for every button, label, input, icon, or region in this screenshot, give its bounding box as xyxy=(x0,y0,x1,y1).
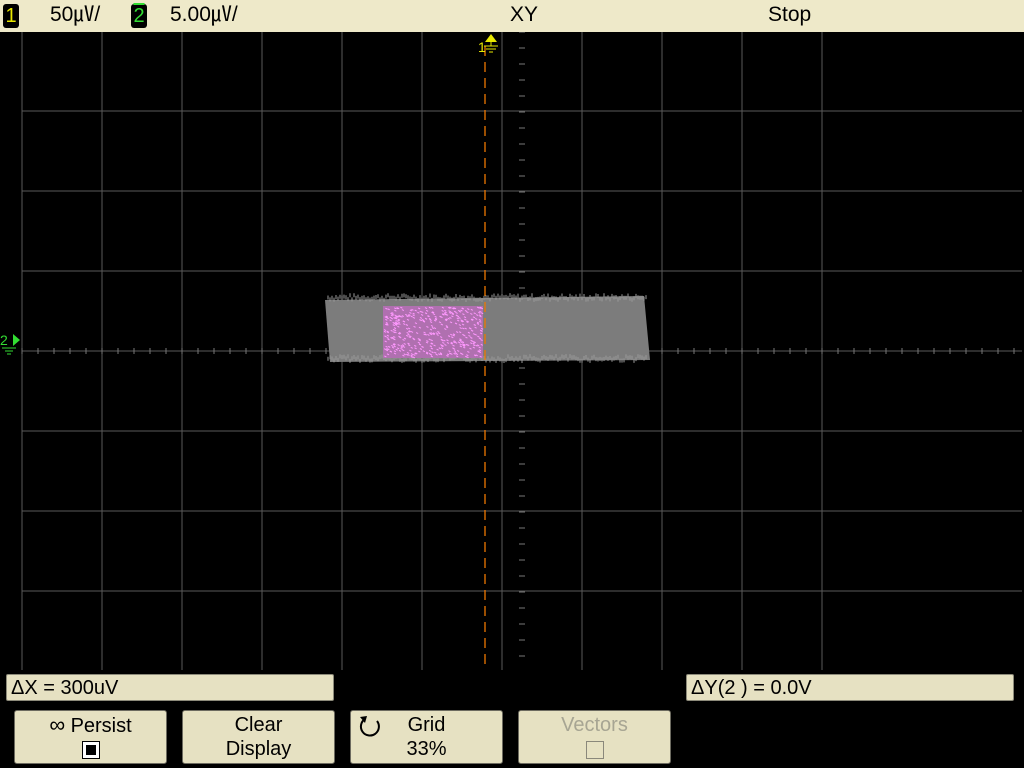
channel-2-number: 2 xyxy=(133,5,145,27)
ch2-marker-label: 2 xyxy=(0,332,8,348)
xy-trace-current xyxy=(383,306,484,359)
ch2-ground-marker[interactable]: 2 xyxy=(0,332,20,355)
vectors-checkbox xyxy=(585,740,604,759)
grid-softkey[interactable]: Grid 33% xyxy=(350,710,503,764)
clear-display-label-1: Clear xyxy=(234,714,283,736)
vectors-softkey[interactable]: Vectors xyxy=(518,710,671,764)
xy-trace-persist xyxy=(325,293,650,363)
channel-1-scale: 50㎶/ xyxy=(50,3,101,26)
clear-display-softkey[interactable]: Clear Display xyxy=(182,710,335,764)
delta-y-readout: ΔY(2 ) = 0.0V xyxy=(686,674,1014,701)
persist-softkey[interactable]: ∞ Persist xyxy=(14,710,167,764)
right-arrow-icon xyxy=(13,334,20,346)
up-arrow-icon xyxy=(485,34,497,42)
vectors-label: Vectors xyxy=(561,714,628,736)
ch1-ground-marker[interactable]: 1 xyxy=(478,34,498,55)
infinity-icon: ∞ xyxy=(49,712,65,737)
status-bar: 1 50㎶/ 2 5.00㎶/ XY Stop xyxy=(0,0,1024,32)
channel-2-indicator[interactable]: 2 xyxy=(131,4,147,28)
ch1-marker-label: 1 xyxy=(478,39,486,55)
channel-2-scale: 5.00㎶/ xyxy=(170,3,238,26)
run-state: Stop xyxy=(768,3,812,26)
channel-1-indicator[interactable]: 1 xyxy=(3,4,19,28)
grid-value: 33% xyxy=(406,738,447,760)
persist-label: Persist xyxy=(70,715,132,737)
persist-checkbox xyxy=(81,740,100,759)
clear-display-label-2: Display xyxy=(225,738,292,760)
delta-x-readout: ΔX = 300uV xyxy=(6,674,334,701)
grid-label: Grid xyxy=(407,714,446,736)
graticule: 1 2 xyxy=(0,32,1022,670)
waveform-display: 1 2 xyxy=(0,32,1024,670)
display-mode: XY xyxy=(510,3,539,26)
